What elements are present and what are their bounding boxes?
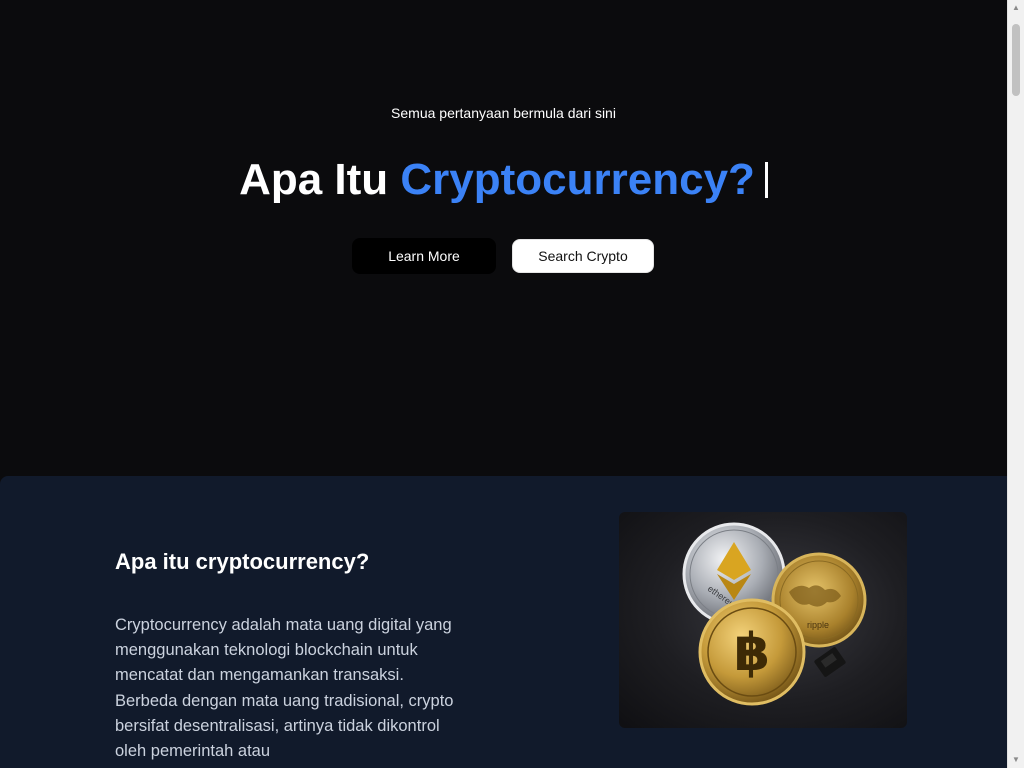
hero-tagline: Semua pertanyaan bermula dari sini [391, 105, 616, 121]
hero-title-highlight: Cryptocurrency? [400, 155, 755, 204]
scroll-up-arrow-icon[interactable]: ▲ [1008, 0, 1024, 16]
scroll-down-arrow-icon[interactable]: ▼ [1008, 752, 1024, 768]
hero-section: Semua pertanyaan bermula dari sini Apa I… [0, 0, 1007, 476]
typing-cursor [764, 162, 768, 198]
about-heading: Apa itu cryptocurrency? [115, 549, 370, 574]
crypto-coins-image: ethereum ripple ฿ [619, 512, 907, 728]
crypto-coins-illustration: ethereum ripple ฿ [682, 522, 867, 706]
learn-more-button[interactable]: Learn More [352, 238, 496, 274]
page-scrollbar[interactable]: ▲ ▼ [1007, 0, 1024, 768]
about-body-text: Cryptocurrency adalah mata uang digital … [115, 616, 454, 761]
hero-title-prefix: Apa Itu [239, 155, 401, 204]
page-viewport: Semua pertanyaan bermula dari sini Apa I… [0, 0, 1007, 768]
about-section: Apa itu cryptocurrency? Cryptocurrency a… [0, 476, 1007, 768]
hero-title: Apa Itu Cryptocurrency? [0, 152, 1007, 208]
bitcoin-coin: ฿ [698, 598, 806, 706]
bitcoin-symbol-icon: ฿ [734, 623, 770, 683]
search-crypto-button[interactable]: Search Crypto [512, 239, 654, 273]
scrollbar-thumb[interactable] [1012, 24, 1020, 96]
memory-card-icon [814, 647, 846, 677]
ripple-coin-label: ripple [807, 620, 829, 630]
